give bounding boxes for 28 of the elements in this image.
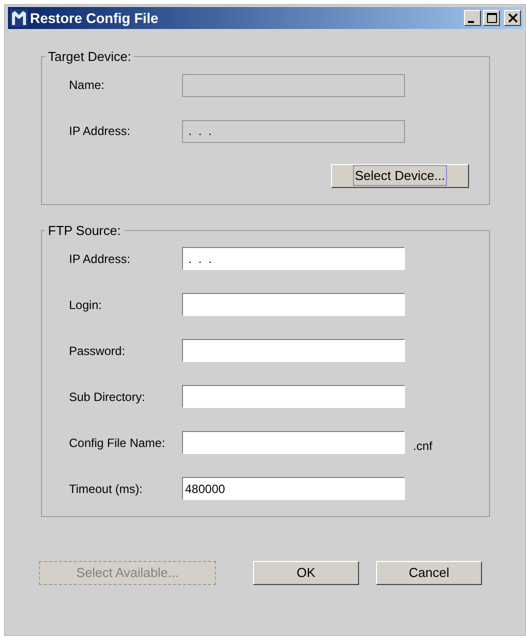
dialog-button[interactable]: Cancel — [376, 561, 482, 585]
input-field[interactable] — [182, 293, 405, 316]
window-control-button[interactable] — [483, 10, 500, 26]
input-field[interactable] — [182, 385, 405, 408]
field-label: Sub Directory: — [68, 388, 146, 406]
input-field[interactable]: . . . — [182, 247, 405, 270]
suffix-label: .cnf — [413, 438, 432, 454]
select-device-button[interactable]: Select Device... — [331, 164, 469, 188]
field-label: IP Address: — [68, 250, 132, 268]
field-label: IP Address: — [68, 123, 132, 140]
app-icon — [10, 9, 28, 27]
maximize-icon — [486, 13, 496, 23]
input-field[interactable] — [182, 431, 405, 454]
field-label: Name: — [68, 77, 106, 94]
input-field[interactable]: 480000 — [182, 477, 405, 500]
field-label: Config File Name: — [68, 434, 166, 452]
window-control-button[interactable] — [464, 10, 481, 26]
field-label: Timeout (ms): — [68, 480, 144, 498]
group-title: FTP Source: — [47, 222, 122, 240]
field-label: Login: — [68, 296, 103, 314]
minimize-icon — [468, 20, 474, 22]
input-field[interactable] — [182, 339, 405, 362]
dialog-button[interactable]: OK — [253, 561, 359, 585]
window-control-button[interactable] — [504, 10, 521, 26]
field-label: Password: — [68, 342, 126, 360]
close-icon — [508, 13, 518, 23]
window-title: Restore Config File — [30, 8, 158, 28]
group-title: Target Device: — [47, 48, 132, 66]
